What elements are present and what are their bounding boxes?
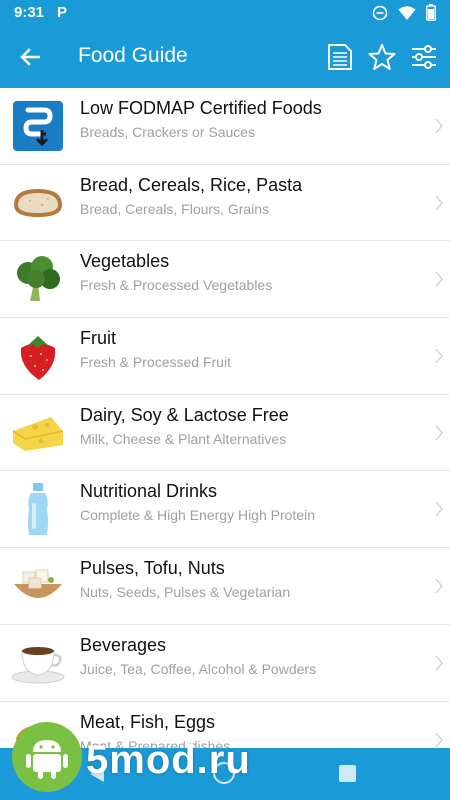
chevron-right-icon xyxy=(435,348,443,364)
bottle-icon xyxy=(10,481,66,537)
category-subtitle: Milk, Cheese & Plant Alternatives xyxy=(80,430,287,447)
status-time: 9:31 xyxy=(14,4,45,21)
document-button[interactable] xyxy=(322,39,358,75)
back-button[interactable] xyxy=(12,39,48,75)
category-name: Nutritional Drinks xyxy=(80,481,218,502)
notification-p-icon: P xyxy=(57,4,68,21)
category-name: Dairy, Soy & Lactose Free xyxy=(80,404,289,425)
watermark-text: 5mod.ru xyxy=(86,738,251,782)
category-row[interactable]: Pulses, Tofu, Nuts Nuts, Seeds, Pulses &… xyxy=(0,548,450,625)
sliders-icon xyxy=(412,45,436,69)
chevron-right-icon xyxy=(435,501,443,517)
category-name: Beverages xyxy=(80,634,167,655)
app-bar: Food Guide xyxy=(0,26,450,88)
food-category-list: Low FODMAP Certified Foods Breads, Crack… xyxy=(0,88,450,748)
filter-button[interactable] xyxy=(406,39,442,75)
app-bar-actions xyxy=(322,39,442,75)
category-subtitle: Nuts, Seeds, Pulses & Vegetarian xyxy=(80,584,291,601)
battery-icon xyxy=(426,4,436,21)
favorite-button[interactable] xyxy=(364,39,400,75)
chevron-right-icon xyxy=(435,732,443,747)
system-icons xyxy=(372,4,436,21)
strawberry-icon xyxy=(10,328,66,384)
nav-recents-button[interactable] xyxy=(339,765,356,782)
coffee-cup-icon xyxy=(10,635,66,691)
category-name: Pulses, Tofu, Nuts xyxy=(80,558,225,579)
tofu-bowl-icon xyxy=(10,558,66,614)
chevron-right-icon xyxy=(435,425,443,441)
category-subtitle: Fresh & Processed Fruit xyxy=(80,354,231,371)
category-subtitle: Complete & High Energy High Protein xyxy=(80,507,316,524)
cheese-icon xyxy=(10,405,66,461)
category-subtitle: Fresh & Processed Vegetables xyxy=(80,277,273,294)
chevron-right-icon xyxy=(435,195,443,211)
do-not-disturb-icon xyxy=(372,5,388,20)
category-row[interactable]: Bread, Cereals, Rice, Pasta Bread, Cerea… xyxy=(0,165,450,242)
star-icon xyxy=(368,44,396,70)
category-name: Vegetables xyxy=(80,251,170,272)
chevron-right-icon xyxy=(435,655,443,671)
category-name: Meat, Fish, Eggs xyxy=(80,711,216,732)
category-name: Fruit xyxy=(80,328,116,349)
category-name: Bread, Cereals, Rice, Pasta xyxy=(80,174,303,195)
category-row[interactable]: Dairy, Soy & Lactose Free Milk, Cheese &… xyxy=(0,395,450,472)
document-icon xyxy=(328,44,352,70)
category-row[interactable]: Beverages Juice, Tea, Coffee, Alcohol & … xyxy=(0,625,450,702)
broccoli-icon xyxy=(10,251,66,307)
category-subtitle: Breads, Crackers or Sauces xyxy=(80,124,256,140)
category-name: Low FODMAP Certified Foods xyxy=(80,98,322,118)
chevron-right-icon xyxy=(435,578,443,594)
android-logo-icon xyxy=(12,722,82,792)
bread-icon xyxy=(10,175,66,231)
category-subtitle: Bread, Cereals, Flours, Grains xyxy=(80,200,270,217)
chevron-right-icon xyxy=(435,271,443,287)
status-bar: 9:31 P xyxy=(0,0,450,26)
category-row[interactable]: Vegetables Fresh & Processed Vegetables xyxy=(0,241,450,319)
page-title: Food Guide xyxy=(78,44,188,67)
chevron-right-icon xyxy=(435,118,443,134)
category-row[interactable]: Nutritional Drinks Complete & High Energ… xyxy=(0,471,450,549)
fodmap-logo-icon xyxy=(10,98,66,154)
category-subtitle: Juice, Tea, Coffee, Alcohol & Powders xyxy=(80,660,317,677)
category-row[interactable]: Low FODMAP Certified Foods Breads, Crack… xyxy=(0,88,450,165)
arrow-left-icon xyxy=(20,48,40,66)
wifi-icon xyxy=(398,5,416,20)
category-row[interactable]: Fruit Fresh & Processed Fruit xyxy=(0,318,450,395)
